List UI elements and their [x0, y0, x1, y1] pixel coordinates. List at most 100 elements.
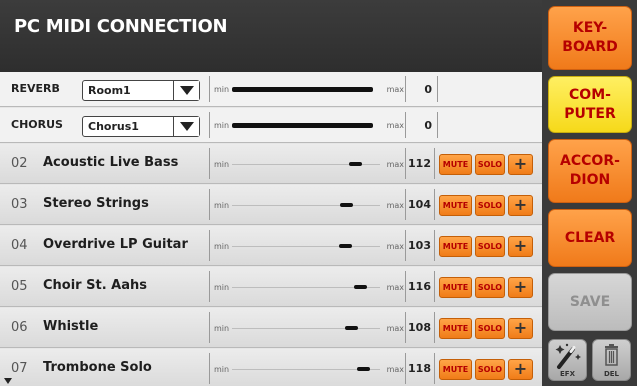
slider-max-label: max	[386, 201, 404, 210]
save-button[interactable]: SAVE	[548, 273, 632, 331]
chevron-down-icon[interactable]	[173, 117, 199, 136]
keyboard-button-label: KEY- BOARD	[562, 20, 618, 55]
track-name: Overdrive LP Guitar	[43, 237, 188, 252]
reverb-select-value: Room1	[88, 84, 131, 97]
add-button[interactable]: +	[508, 277, 533, 298]
slider-min-label: min	[214, 283, 230, 292]
divider	[437, 112, 438, 138]
slider-min-label: min	[214, 121, 230, 130]
reverb-value: 0	[424, 83, 432, 96]
divider	[434, 271, 435, 302]
slider-max-label: max	[386, 121, 404, 130]
volume-slider[interactable]: min max	[214, 198, 404, 214]
reverb-select[interactable]: Room1	[82, 80, 200, 101]
slider-max-label: max	[386, 324, 404, 333]
slider-min-label: min	[214, 242, 230, 251]
track-name: Trombone Solo	[43, 360, 152, 375]
volume-value: 112	[408, 157, 431, 170]
track-row: 03 Stereo Strings min max 104 MUTE SOLO …	[0, 185, 542, 225]
solo-button[interactable]: SOLO	[475, 195, 505, 216]
slider-thumb[interactable]	[340, 203, 353, 207]
slider-thumb[interactable]	[339, 244, 352, 248]
divider	[405, 112, 406, 138]
effect-label: REVERB	[11, 82, 60, 95]
scroll-down-icon[interactable]	[4, 378, 12, 384]
divider	[434, 230, 435, 261]
divider	[405, 148, 406, 179]
save-button-label: SAVE	[569, 293, 611, 310]
slider-min-label: min	[214, 85, 230, 94]
slider-max-label: max	[386, 242, 404, 251]
mute-button[interactable]: MUTE	[439, 277, 472, 298]
volume-slider[interactable]: min max	[214, 280, 404, 296]
divider	[405, 76, 406, 102]
chevron-down-icon[interactable]	[173, 81, 199, 100]
volume-slider[interactable]: min max	[214, 239, 404, 255]
clear-button[interactable]: CLEAR	[548, 209, 632, 267]
solo-button[interactable]: SOLO	[475, 277, 505, 298]
divider	[437, 76, 438, 102]
slider-max-label: max	[386, 283, 404, 292]
track-row: 07 Trombone Solo min max 118 MUTE SOLO +	[0, 349, 542, 386]
track-row: 02 Acoustic Live Bass min max 112 MUTE S…	[0, 144, 542, 184]
divider	[434, 189, 435, 220]
header-bar: PC MIDI CONNECTION	[0, 0, 542, 72]
slider-min-label: min	[214, 201, 230, 210]
chorus-select[interactable]: Chorus1	[82, 116, 200, 137]
efx-button-label: EFX	[560, 370, 575, 378]
slider-min-label: min	[214, 365, 230, 374]
computer-button[interactable]: COM- PUTER	[548, 76, 632, 133]
solo-button[interactable]: SOLO	[475, 359, 505, 380]
chorus-select-value: Chorus1	[88, 120, 139, 133]
computer-button-label: COM- PUTER	[564, 86, 616, 122]
slider-min-label: min	[214, 324, 230, 333]
divider	[209, 189, 210, 220]
slider-thumb[interactable]	[354, 285, 367, 289]
accordion-button[interactable]: ACCOR- DION	[548, 139, 632, 203]
trash-icon	[605, 344, 618, 366]
track-number: 05	[11, 279, 28, 294]
divider	[209, 230, 210, 261]
solo-button[interactable]: SOLO	[475, 318, 505, 339]
volume-slider[interactable]: min max	[214, 157, 404, 173]
mute-button[interactable]: MUTE	[439, 318, 472, 339]
slider-thumb[interactable]	[357, 367, 370, 371]
efx-button[interactable]: EFX	[548, 339, 587, 381]
add-button[interactable]: +	[508, 236, 533, 257]
delete-button[interactable]: DEL	[592, 339, 631, 381]
add-button[interactable]: +	[508, 195, 533, 216]
volume-slider[interactable]: min max	[214, 321, 404, 337]
chorus-value: 0	[424, 119, 432, 132]
divider	[405, 230, 406, 261]
mute-button[interactable]: MUTE	[439, 195, 472, 216]
track-row: 05 Choir St. Aahs min max 116 MUTE SOLO …	[0, 267, 542, 307]
divider	[434, 353, 435, 384]
add-button[interactable]: +	[508, 154, 533, 175]
volume-value: 108	[408, 321, 431, 334]
slider-thumb[interactable]	[349, 162, 362, 166]
chorus-slider[interactable]: min max	[214, 118, 404, 134]
track-name: Choir St. Aahs	[43, 278, 147, 293]
divider	[209, 353, 210, 384]
divider	[405, 189, 406, 220]
mute-button[interactable]: MUTE	[439, 359, 472, 380]
track-name: Whistle	[43, 319, 99, 334]
page-title: PC MIDI CONNECTION	[14, 16, 228, 37]
mute-button[interactable]: MUTE	[439, 154, 472, 175]
slider-track	[232, 246, 380, 247]
track-number: 04	[11, 238, 28, 253]
volume-slider[interactable]: min max	[214, 362, 404, 378]
add-button[interactable]: +	[508, 318, 533, 339]
add-button[interactable]: +	[508, 359, 533, 380]
reverb-slider[interactable]: min max	[214, 82, 404, 98]
solo-button[interactable]: SOLO	[475, 154, 505, 175]
divider	[209, 312, 210, 343]
track-number: 02	[11, 156, 28, 171]
solo-button[interactable]: SOLO	[475, 236, 505, 257]
slider-max-label: max	[386, 160, 404, 169]
keyboard-button[interactable]: KEY- BOARD	[548, 6, 632, 70]
divider	[209, 76, 210, 102]
mute-button[interactable]: MUTE	[439, 236, 472, 257]
slider-thumb[interactable]	[345, 326, 358, 330]
divider	[405, 271, 406, 302]
